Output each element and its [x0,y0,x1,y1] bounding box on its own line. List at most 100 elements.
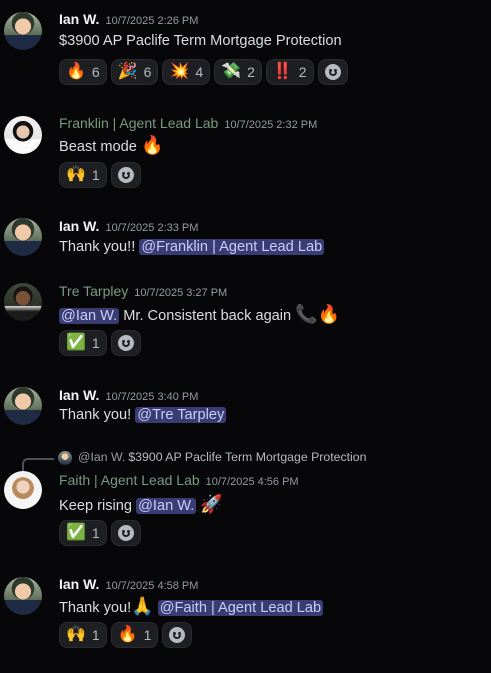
author-name[interactable]: Ian W. [59,11,99,27]
author-name[interactable]: Tre Tarpley [59,283,128,299]
phone-fire-emoji-icon: 📞🔥 [295,304,341,324]
message-text-content: Beast mode [59,139,137,155]
add-reaction-button[interactable] [110,330,141,356]
message-text: Thank you! @Tre Tarpley [59,407,227,423]
reaction-bar: ✅ 1 [59,330,141,356]
mention-franklin[interactable]: @Franklin | Agent Lead Lab [139,239,325,255]
avatar[interactable] [4,387,42,425]
avatar[interactable] [4,12,42,50]
message-text-content: Thank you! [59,600,132,616]
avatar[interactable] [4,283,42,321]
reaction-party[interactable]: 🎉 6 [110,59,159,85]
party-popper-emoji-icon: 🎉 [117,63,138,80]
message-text-content: Mr. Consistent back again [119,308,296,324]
message-text-content: Keep rising [59,498,137,514]
reaction-fire[interactable]: 🔥 1 [110,622,159,648]
reaction-count: 1 [91,525,100,541]
reaction-fire[interactable]: 🔥 6 [59,59,107,85]
timestamp: 10/7/2025 3:27 PM [134,287,228,299]
reaction-bar: ✅ 1 [59,520,141,546]
add-reaction-button[interactable] [317,59,348,85]
reaction-bar: 🙌 1 🔥 1 [59,622,193,648]
collision-emoji-icon: 💥 [169,63,190,80]
message-ian-2: Ian W. 10/7/2025 2:33 PM Thank you!! @Fra… [0,205,491,265]
author-name[interactable]: Ian W. [59,218,99,234]
message-header: Ian W. 10/7/2025 2:26 PM [59,11,198,29]
timestamp: 10/7/2025 2:32 PM [224,119,318,131]
message-text: $3900 AP Paclife Term Mortgage Protectio… [59,33,342,49]
timestamp: 10/7/2025 4:58 PM [105,580,199,592]
smile-add-reaction-icon [117,525,134,541]
reaction-check[interactable]: ✅ 1 [59,520,107,546]
add-reaction-button[interactable] [162,622,193,648]
add-reaction-button[interactable] [110,520,141,546]
message-text: Thank you!! @Franklin | Agent Lead Lab [59,239,325,255]
timestamp: 10/7/2025 3:40 PM [105,391,199,403]
message-text: Keep rising @Ian W. 🚀 [59,494,223,515]
avatar[interactable] [4,471,42,509]
mention-tre[interactable]: @Tre Tarpley [135,407,227,423]
message-text-content: Thank you!! [59,239,140,255]
folded-hands-emoji-icon: 🙏 [131,596,154,616]
timestamp: 10/7/2025 2:33 PM [105,222,199,234]
reaction-count: 6 [91,64,100,80]
avatar[interactable] [4,218,42,256]
reaction-count: 4 [195,64,204,80]
mention-ian[interactable]: @Ian W. [59,308,120,324]
reaction-raised-hands[interactable]: 🙌 1 [59,162,107,188]
reply-text: $3900 AP Paclife Term Mortgage Protectio… [128,450,367,464]
reaction-boom[interactable]: 💥 4 [162,59,211,85]
smile-add-reaction-icon [117,335,134,351]
reaction-bar: 🙌 1 [59,162,141,188]
smile-add-reaction-icon [324,64,341,80]
fire-emoji-icon: 🔥 [117,626,138,643]
message-ian-4: Ian W. 10/7/2025 4:58 PM Thank you!🙏 @Fai… [0,565,491,665]
reaction-money[interactable]: 💸 2 [214,59,262,85]
raised-hands-emoji-icon: 🙌 [66,626,86,643]
check-mark-emoji-icon: ✅ [66,334,86,351]
reaction-count: 1 [143,627,152,643]
message-header: Ian W. 10/7/2025 3:40 PM [59,387,198,405]
message-text: Thank you!🙏 @Faith | Agent Lead Lab [59,596,324,617]
check-mark-emoji-icon: ✅ [66,524,86,541]
message-header: Ian W. 10/7/2025 4:58 PM [59,576,198,594]
double-exclamation-emoji-icon: ‼️ [272,63,293,80]
add-reaction-button[interactable] [110,162,141,188]
author-name[interactable]: Franklin | Agent Lead Lab [59,115,218,131]
message-ian-3: Ian W. 10/7/2025 3:40 PM Thank you! @Tre … [0,375,491,435]
reaction-count: 6 [143,64,152,80]
mention-faith[interactable]: @Faith | Agent Lead Lab [157,600,324,616]
reaction-count: 1 [91,335,100,351]
message-text: @Ian W. Mr. Consistent back again 📞🔥 [59,304,340,325]
reaction-bar: 🔥 6 🎉 6 💥 4 💸 2 ‼️ 2 [59,59,348,85]
reply-author[interactable]: @Ian W. [78,450,125,464]
reaction-count: 1 [91,627,100,643]
message-header: Ian W. 10/7/2025 2:33 PM [59,218,198,236]
message-text-content: Thank you! [59,407,136,423]
reaction-count: 2 [298,64,307,80]
message-ian-1: Ian W. 10/7/2025 2:26 PM $3900 AP Paclife… [0,0,491,95]
reaction-count: 1 [91,167,100,183]
message-faith: Faith | Agent Lead Lab 10/7/2025 4:56 PM … [0,465,491,560]
message-tre: Tre Tarpley 10/7/2025 3:27 PM @Ian W. Mr.… [0,270,491,365]
author-name[interactable]: Ian W. [59,387,99,403]
avatar[interactable] [4,116,42,154]
author-name[interactable]: Faith | Agent Lead Lab [59,472,200,488]
rocket-emoji-icon: 🚀 [200,494,223,514]
fire-emoji-icon: 🔥 [140,135,164,155]
smile-add-reaction-icon [169,627,186,643]
reply-avatar [58,451,72,465]
reply-content: @Ian W. $3900 AP Paclife Term Mortgage Pr… [78,450,366,464]
reaction-exclamation[interactable]: ‼️ 2 [265,59,314,85]
mention-ian[interactable]: @Ian W. [136,498,197,514]
avatar[interactable] [4,577,42,615]
reaction-raised-hands[interactable]: 🙌 1 [59,622,107,648]
smile-add-reaction-icon [117,167,134,183]
reaction-count: 2 [247,64,255,80]
message-header: Faith | Agent Lead Lab 10/7/2025 4:56 PM [59,472,299,490]
timestamp: 10/7/2025 4:56 PM [205,476,299,488]
reaction-check[interactable]: ✅ 1 [59,330,107,356]
fire-emoji-icon: 🔥 [66,63,86,80]
author-name[interactable]: Ian W. [59,576,99,592]
message-franklin: Franklin | Agent Lead Lab 10/7/2025 2:32 … [0,100,491,195]
